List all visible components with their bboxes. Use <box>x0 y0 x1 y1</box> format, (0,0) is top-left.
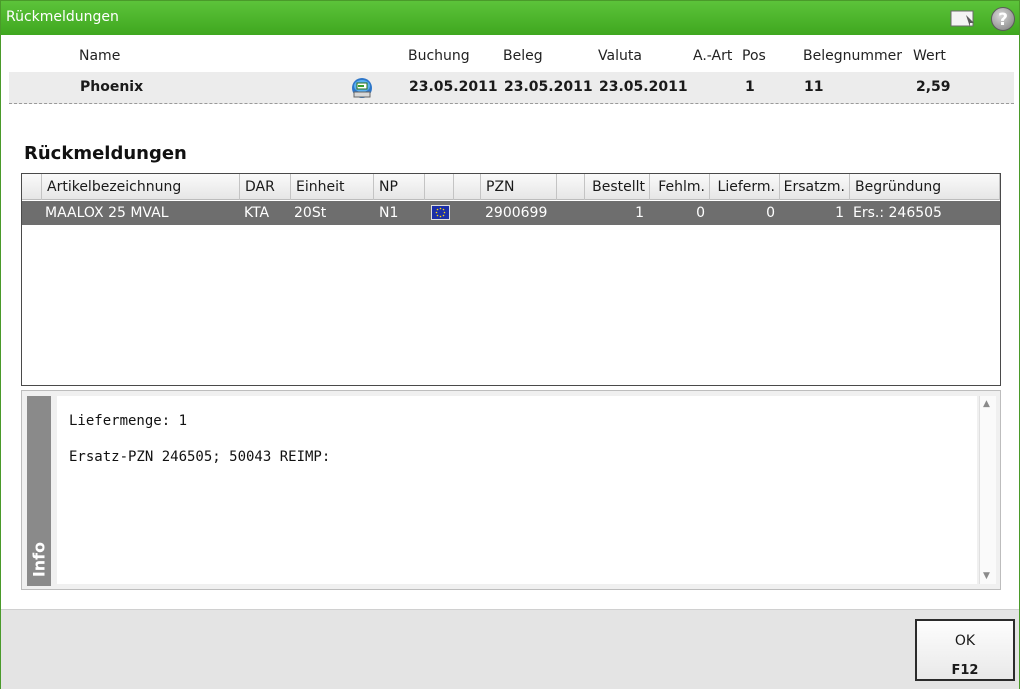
rueckmeldungen-table[interactable]: Artikelbezeichnung DAR Einheit NP PZN Be… <box>21 173 1001 386</box>
header-row[interactable]: Phoenix 23.05.2011 23.05.2011 23.05.2011… <box>9 72 1014 104</box>
cell-ersatzm: 1 <box>835 205 844 221</box>
window-title: Rückmeldungen <box>6 9 119 25</box>
col-flag[interactable] <box>425 174 454 200</box>
label-a-art: A.-Art <box>693 48 733 64</box>
table-header: Artikelbezeichnung DAR Einheit NP PZN Be… <box>22 174 1000 200</box>
footer-bar: OK F12 <box>1 609 1019 689</box>
info-scrollbar[interactable]: ▲ ▼ <box>979 396 996 584</box>
scroll-up-icon[interactable]: ▲ <box>983 399 990 409</box>
info-text-area[interactable]: Liefermenge: 1 Ersatz-PZN 246505; 50043 … <box>57 396 977 584</box>
header-valuta: 23.05.2011 <box>599 79 688 95</box>
eu-flag-icon <box>431 205 450 220</box>
label-pos: Pos <box>742 48 766 64</box>
supplier-modem-icon <box>351 77 373 99</box>
label-beleg: Beleg <box>503 48 543 64</box>
header-buchung: 23.05.2011 <box>409 79 498 95</box>
cell-begruendung: Ers.: 246505 <box>853 205 942 221</box>
cell-einheit: 20St <box>294 205 327 221</box>
header-beleg: 23.05.2011 <box>504 79 593 95</box>
info-panel: Info Liefermenge: 1 Ersatz-PZN 246505; 5… <box>21 390 1001 590</box>
ok-button-shortcut: F12 <box>951 663 979 678</box>
col-ersatzm[interactable]: Ersatzm. <box>780 174 850 200</box>
col-bestellt[interactable]: Bestellt <box>585 174 650 200</box>
table-row[interactable]: MAALOX 25 MVAL KTA 20St N1 2900699 1 0 0… <box>22 201 1000 225</box>
dialog-window: Rückmeldungen ? Name Buchung Beleg Valut… <box>0 0 1020 689</box>
label-valuta: Valuta <box>598 48 642 64</box>
col-artikelbezeichnung[interactable]: Artikelbezeichnung <box>42 174 240 200</box>
col-fehlm[interactable]: Fehlm. <box>650 174 710 200</box>
title-bar: Rückmeldungen ? <box>1 1 1019 35</box>
label-wert: Wert <box>913 48 946 64</box>
cell-dar: KTA <box>244 205 270 221</box>
info-tab-label-wrap: Info <box>27 540 51 580</box>
info-line-liefermenge: Liefermenge: 1 <box>69 413 188 429</box>
col-dar[interactable]: DAR <box>240 174 291 200</box>
header-labels: Name Buchung Beleg Valuta A.-Art Pos Bel… <box>1 48 1019 68</box>
header-belegnummer: 11 <box>804 79 824 95</box>
col-einheit[interactable]: Einheit <box>291 174 374 200</box>
col-begruendung[interactable]: Begründung <box>850 174 1000 200</box>
info-tab-label: Info <box>29 541 49 578</box>
label-buchung: Buchung <box>408 48 470 64</box>
header-pos: 1 <box>745 79 755 95</box>
label-belegnummer: Belegnummer <box>803 48 902 64</box>
section-title: Rückmeldungen <box>24 143 187 164</box>
header-name: Phoenix <box>80 79 144 95</box>
header-wert: 2,59 <box>916 79 951 95</box>
col-blank[interactable] <box>454 174 481 200</box>
col-np[interactable]: NP <box>374 174 425 200</box>
col-blank-2[interactable] <box>557 174 585 200</box>
cell-pzn: 2900699 <box>485 205 548 221</box>
cell-np: N1 <box>379 205 399 221</box>
cell-bestellt: 1 <box>635 205 644 221</box>
scroll-down-icon[interactable]: ▼ <box>983 571 990 581</box>
label-name: Name <box>79 48 121 64</box>
col-indicator[interactable] <box>22 174 42 200</box>
help-icon[interactable]: ? <box>991 7 1015 31</box>
col-lieferm[interactable]: Lieferm. <box>710 174 780 200</box>
cell-fehlm: 0 <box>696 205 705 221</box>
ok-button[interactable]: OK F12 <box>915 619 1015 681</box>
col-pzn[interactable]: PZN <box>481 174 557 200</box>
info-tab[interactable]: Info <box>27 396 51 586</box>
cell-lieferm: 0 <box>766 205 775 221</box>
cell-artikelbezeichnung: MAALOX 25 MVAL <box>45 205 169 221</box>
info-line-ersatz-pzn: Ersatz-PZN 246505; 50043 REIMP: <box>69 449 331 465</box>
mail-icon[interactable] <box>950 9 977 28</box>
ok-button-label: OK <box>954 633 976 649</box>
